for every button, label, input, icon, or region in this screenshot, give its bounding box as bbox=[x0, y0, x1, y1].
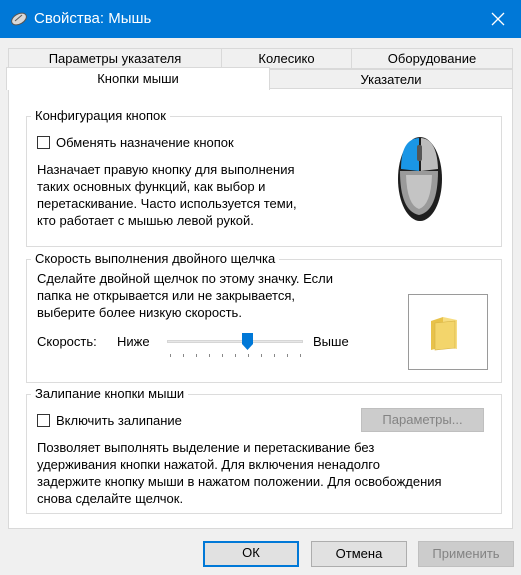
speed-fast-label: Выше bbox=[313, 334, 349, 349]
click-lock-desc-4: снова сделайте щелчок. bbox=[37, 491, 184, 506]
slider-thumb[interactable] bbox=[242, 333, 253, 350]
test-area[interactable] bbox=[408, 294, 488, 370]
click-lock-desc-3: задержите кнопку мыши в нажатом положени… bbox=[37, 474, 442, 489]
click-lock-checkbox[interactable] bbox=[37, 414, 50, 427]
apply-button[interactable]: Применить bbox=[418, 541, 514, 567]
slider-tick bbox=[222, 354, 223, 357]
title-bar: Свойства: Мышь bbox=[0, 0, 521, 38]
tab-hardware[interactable]: Оборудование bbox=[351, 48, 513, 69]
click-lock-group: Залипание кнопки мыши Включить залипание… bbox=[26, 386, 502, 514]
click-lock-desc-1: Позволяет выполнять выделение и перетаск… bbox=[37, 440, 375, 455]
slider-tick bbox=[209, 354, 210, 357]
slider-tick bbox=[248, 354, 249, 357]
slider-tick bbox=[196, 354, 197, 357]
ok-button[interactable]: ОК bbox=[203, 541, 299, 567]
cancel-button[interactable]: Отмена bbox=[311, 541, 407, 567]
close-button[interactable] bbox=[475, 0, 521, 38]
tab-buttons[interactable]: Кнопки мыши bbox=[6, 67, 270, 90]
speed-slow-label: Ниже bbox=[117, 334, 150, 349]
tab-panel: Конфигурация кнопок Обменять назначение … bbox=[8, 88, 513, 529]
slider-tick bbox=[287, 354, 288, 357]
click-lock-desc-2: удерживания кнопки нажатой. Для включени… bbox=[37, 457, 380, 472]
tab-pointer-options[interactable]: Параметры указателя bbox=[8, 48, 222, 69]
double-click-desc-3: выберите более низкую скорость. bbox=[37, 305, 242, 320]
button-config-title: Конфигурация кнопок bbox=[31, 108, 170, 124]
double-click-desc-2: папка не открывается или не закрывается, bbox=[37, 288, 295, 303]
click-lock-title: Залипание кнопки мыши bbox=[31, 386, 189, 402]
window-title: Свойства: Мышь bbox=[34, 10, 152, 27]
slider-tick bbox=[183, 354, 184, 357]
mouse-icon bbox=[10, 11, 28, 27]
mouse-illustration-icon bbox=[392, 131, 444, 226]
slider-track bbox=[167, 340, 303, 343]
speed-label: Скорость: bbox=[37, 334, 97, 349]
button-config-desc-2: таких основных функций, как выбор и bbox=[37, 179, 266, 194]
button-config-desc-4: кто работает с мышью левой рукой. bbox=[37, 213, 254, 228]
click-lock-settings-button[interactable]: Параметры... bbox=[361, 408, 484, 432]
slider-tick bbox=[170, 354, 171, 357]
slider-tick bbox=[300, 354, 301, 357]
slider-tick bbox=[261, 354, 262, 357]
button-config-desc-1: Назначает правую кнопку для выполнения bbox=[37, 162, 295, 177]
double-click-desc-1: Сделайте двойной щелчок по этому значку.… bbox=[37, 271, 334, 286]
tab-pointers[interactable]: Указатели bbox=[269, 69, 513, 89]
double-click-group: Скорость выполнения двойного щелчка Сдел… bbox=[26, 251, 502, 383]
slider-tick bbox=[274, 354, 275, 357]
slider-tick bbox=[235, 354, 236, 357]
tab-wheel[interactable]: Колесико bbox=[221, 48, 352, 69]
speed-slider[interactable] bbox=[167, 330, 303, 360]
folder-icon[interactable] bbox=[429, 315, 459, 354]
swap-buttons-label[interactable]: Обменять назначение кнопок bbox=[56, 134, 234, 151]
click-lock-label[interactable]: Включить залипание bbox=[56, 412, 182, 429]
double-click-title: Скорость выполнения двойного щелчка bbox=[31, 251, 280, 267]
swap-buttons-checkbox[interactable] bbox=[37, 136, 50, 149]
button-config-group: Конфигурация кнопок Обменять назначение … bbox=[26, 108, 502, 247]
button-config-desc-3: перетаскивание. Часто используется теми, bbox=[37, 196, 297, 211]
